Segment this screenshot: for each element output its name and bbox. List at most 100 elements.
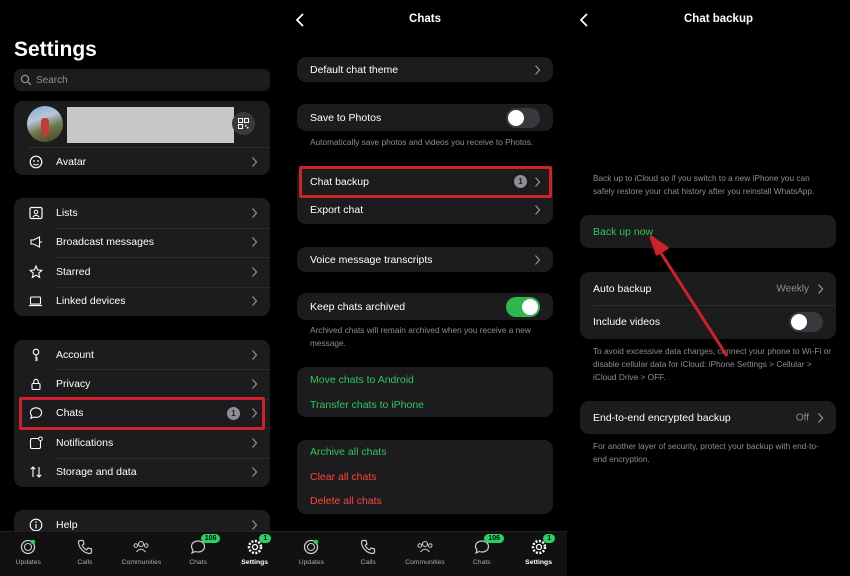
profile-name-redacted bbox=[67, 107, 234, 143]
chevron-right-icon bbox=[252, 237, 258, 248]
archived-note: Archived chats will remain archived when… bbox=[310, 325, 531, 348]
chevron-right-icon bbox=[535, 254, 541, 265]
notification-icon bbox=[28, 435, 43, 450]
auto-backup-value: Weekly bbox=[776, 283, 809, 294]
settings-item-lists[interactable]: Lists bbox=[14, 198, 270, 228]
chevron-right-icon bbox=[252, 519, 258, 530]
tab-bar: Updates Calls Communities Chats 106 Sett… bbox=[283, 531, 567, 576]
tab-chats[interactable]: Chats 106 bbox=[170, 532, 227, 576]
communities-icon bbox=[133, 540, 149, 553]
backup-options-group: Auto backup Weekly Include videos bbox=[580, 272, 836, 339]
tab-communities[interactable]: Communities bbox=[397, 532, 454, 576]
clear-all-item[interactable]: Clear all chats bbox=[297, 465, 553, 490]
transfer-to-iphone-item[interactable]: Transfer chats to iPhone bbox=[297, 392, 553, 417]
chevron-right-icon bbox=[252, 266, 258, 277]
avatar-face-icon bbox=[28, 154, 43, 169]
chats-group-voice: Voice message transcripts bbox=[297, 247, 553, 272]
settings-item-starred[interactable]: Starred bbox=[14, 257, 270, 287]
settings-item-linked-devices[interactable]: Linked devices bbox=[14, 287, 270, 317]
search-input[interactable]: Search bbox=[14, 69, 270, 91]
settings-item-avatar[interactable]: Avatar bbox=[14, 148, 270, 175]
settings-panel: Settings Search Avatar Lists Broadcast m… bbox=[0, 0, 283, 576]
data-arrows-icon bbox=[28, 465, 43, 480]
settings-item-broadcast[interactable]: Broadcast messages bbox=[14, 228, 270, 258]
chevron-right-icon bbox=[252, 207, 258, 218]
communities-icon bbox=[417, 540, 433, 553]
tab-chats[interactable]: Chats 106 bbox=[453, 532, 510, 576]
tab-calls[interactable]: Calls bbox=[57, 532, 114, 576]
e2e-backup-item[interactable]: End-to-end encrypted backup Off bbox=[580, 401, 836, 434]
tab-settings[interactable]: Settings 1 bbox=[226, 532, 283, 576]
chats-group-archive: Keep chats archived bbox=[297, 293, 553, 320]
chats-group-theme: Default chat theme bbox=[297, 57, 553, 82]
back-up-now-button[interactable]: Back up now bbox=[580, 215, 836, 248]
settings-badge: 1 bbox=[543, 534, 556, 543]
profile-group: Avatar bbox=[14, 101, 270, 175]
megaphone-icon bbox=[28, 235, 43, 250]
search-icon bbox=[20, 74, 32, 86]
settings-item-storage[interactable]: Storage and data bbox=[14, 458, 270, 487]
e2e-value: Off bbox=[795, 412, 809, 423]
include-videos-item: Include videos bbox=[580, 305, 836, 339]
tab-updates[interactable]: Updates bbox=[283, 532, 340, 576]
phone-icon bbox=[77, 539, 92, 555]
export-chat-item[interactable]: Export chat bbox=[297, 196, 553, 224]
highlight-chat-backup-row bbox=[299, 166, 552, 198]
tab-calls[interactable]: Calls bbox=[340, 532, 397, 576]
star-icon bbox=[28, 264, 43, 279]
page-title: Chat backup bbox=[683, 13, 753, 25]
chevron-right-icon bbox=[818, 412, 824, 423]
laptop-icon bbox=[28, 294, 43, 309]
chevron-right-icon bbox=[252, 379, 258, 390]
tab-communities[interactable]: Communities bbox=[113, 532, 170, 576]
e2e-note: For another layer of security, protect y… bbox=[593, 441, 819, 464]
search-placeholder: Search bbox=[36, 74, 68, 86]
chevron-right-icon bbox=[252, 437, 258, 448]
settings-group-lists: Lists Broadcast messages Starred Linked … bbox=[14, 198, 270, 316]
lists-icon bbox=[28, 205, 43, 220]
include-videos-toggle[interactable] bbox=[789, 312, 823, 332]
settings-item-privacy[interactable]: Privacy bbox=[14, 369, 270, 398]
key-icon bbox=[28, 347, 43, 362]
chats-unread-badge: 106 bbox=[484, 534, 505, 543]
updates-icon bbox=[304, 539, 319, 555]
voice-transcripts-item[interactable]: Voice message transcripts bbox=[297, 247, 553, 272]
delete-all-item[interactable]: Delete all chats bbox=[297, 489, 553, 514]
chats-group-danger: Archive all chats Clear all chats Delete… bbox=[297, 440, 553, 514]
move-to-android-item[interactable]: Move chats to Android bbox=[297, 367, 553, 392]
settings-item-account[interactable]: Account bbox=[14, 340, 270, 369]
settings-item-notifications[interactable]: Notifications bbox=[14, 428, 270, 457]
chevron-right-icon bbox=[252, 467, 258, 478]
default-chat-theme-item[interactable]: Default chat theme bbox=[297, 57, 553, 82]
avatar[interactable] bbox=[27, 106, 63, 142]
page-title: Settings bbox=[14, 38, 97, 61]
chevron-right-icon bbox=[818, 283, 824, 294]
info-icon bbox=[28, 517, 43, 532]
qr-code-button[interactable] bbox=[232, 112, 255, 135]
page-title: Chats bbox=[409, 13, 441, 25]
highlight-chats-row bbox=[19, 397, 265, 430]
save-to-photos-item: Save to Photos bbox=[297, 104, 553, 131]
chevron-right-icon bbox=[535, 64, 541, 75]
data-charges-note: To avoid excessive data charges, connect… bbox=[593, 346, 831, 382]
phone-icon bbox=[361, 539, 376, 555]
chevron-right-icon bbox=[252, 296, 258, 307]
chats-panel: Chats Default chat theme Save to Photos … bbox=[283, 0, 567, 576]
tab-bar: Updates Calls Communities Chats 106 Sett… bbox=[0, 531, 283, 576]
chat-backup-panel: Chat backup Back up to iCloud so if you … bbox=[567, 0, 850, 576]
e2e-group: End-to-end encrypted backup Off bbox=[580, 401, 836, 434]
qr-code-icon bbox=[238, 118, 249, 129]
archive-all-item[interactable]: Archive all chats bbox=[297, 440, 553, 465]
save-to-photos-toggle[interactable] bbox=[506, 107, 540, 128]
settings-badge: 1 bbox=[259, 534, 272, 543]
backup-now-group: Back up now bbox=[580, 215, 836, 248]
keep-archived-toggle[interactable] bbox=[506, 296, 540, 317]
tab-settings[interactable]: Settings 1 bbox=[510, 532, 567, 576]
auto-backup-item[interactable]: Auto backup Weekly bbox=[580, 272, 836, 305]
tab-updates[interactable]: Updates bbox=[0, 532, 57, 576]
chevron-right-icon bbox=[252, 349, 258, 360]
chats-group-transfer: Move chats to Android Transfer chats to … bbox=[297, 367, 553, 417]
chats-group-save: Save to Photos bbox=[297, 104, 553, 131]
chats-unread-badge: 106 bbox=[200, 534, 221, 543]
backup-intro: Back up to iCloud so if you switch to a … bbox=[593, 173, 815, 196]
